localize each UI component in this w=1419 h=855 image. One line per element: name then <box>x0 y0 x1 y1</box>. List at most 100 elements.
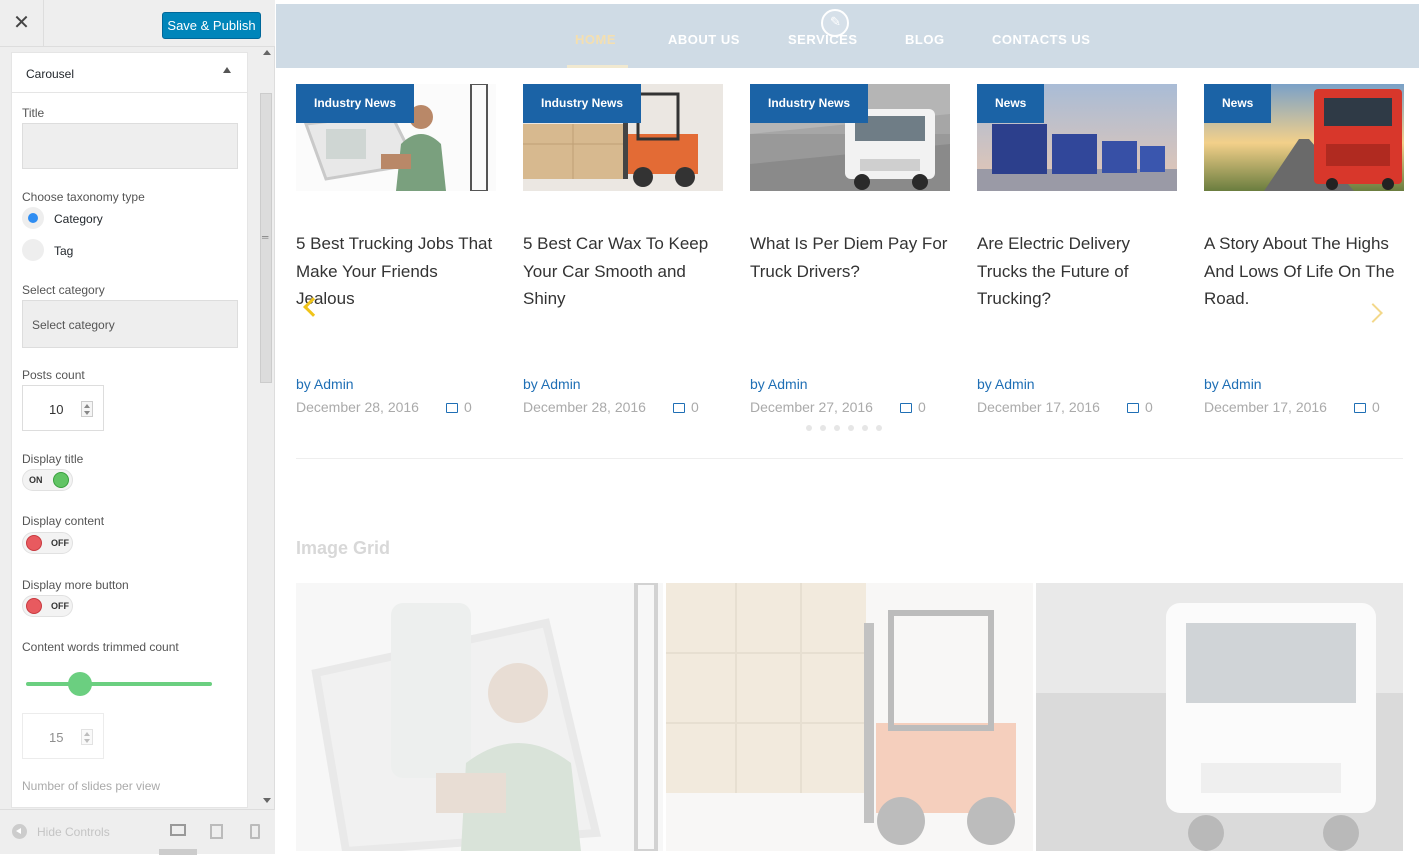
post-category-badge[interactable]: Industry News <box>296 84 415 123</box>
active-device-indicator <box>159 849 197 855</box>
post-image[interactable]: News <box>977 84 1177 191</box>
post-image[interactable]: Industry News <box>523 84 723 191</box>
posts-count-label: Posts count <box>22 368 85 382</box>
site-preview: HOME ABOUT US SERVICES BLOG CONTACTS US … <box>276 0 1419 854</box>
image-grid-title: Image Grid <box>296 538 391 558</box>
carousel-dot[interactable] <box>876 425 882 431</box>
mobile-icon[interactable] <box>250 824 260 839</box>
trim-count-stepper[interactable]: 15 <box>22 713 104 759</box>
close-icon[interactable]: ✕ <box>0 0 44 47</box>
post-author[interactable]: by Admin <box>750 376 808 392</box>
comment-count: 0 <box>464 399 472 415</box>
carousel-dot[interactable] <box>862 425 868 431</box>
comment-count: 0 <box>918 399 926 415</box>
nav-contacts[interactable]: CONTACTS US <box>992 32 1090 47</box>
toggle-state: ON <box>29 475 43 485</box>
collapse-sidebar-icon[interactable] <box>12 824 27 839</box>
post-title[interactable]: 5 Best Car Wax To Keep Your Car Smooth a… <box>523 230 723 313</box>
radio-category-label: Category <box>54 212 103 226</box>
save-publish-button[interactable]: Save & Publish <box>162 12 261 39</box>
carousel-dot[interactable] <box>806 425 812 431</box>
display-more-label: Display more button <box>22 578 129 592</box>
nav-about[interactable]: ABOUT US <box>668 32 740 47</box>
panel-title: Carousel <box>26 67 75 81</box>
trim-count-label: Content words trimmed count <box>22 640 179 654</box>
post-image[interactable]: Industry News <box>750 84 950 191</box>
display-title-label: Display title <box>22 452 84 466</box>
carousel-dot[interactable] <box>834 425 840 431</box>
nav-home[interactable]: HOME <box>575 32 616 47</box>
radio-tag[interactable] <box>22 239 44 261</box>
grid-image[interactable] <box>1036 583 1403 851</box>
slides-per-view-label: Number of slides per view <box>22 779 161 793</box>
post-category-badge[interactable]: Industry News <box>523 84 642 123</box>
display-content-label: Display content <box>22 514 105 528</box>
post-image[interactable]: Industry News <box>296 84 496 191</box>
post-author[interactable]: by Admin <box>296 376 354 392</box>
spinner-icon[interactable] <box>81 401 93 417</box>
post-date: December 27, 2016 <box>750 399 873 415</box>
display-content-toggle[interactable]: OFF <box>22 532 73 554</box>
scroll-down-icon[interactable] <box>263 798 271 803</box>
customizer-footer: Hide Controls <box>0 809 275 855</box>
trim-slider-track[interactable] <box>26 682 212 686</box>
toggle-state: OFF <box>51 601 69 611</box>
toggle-state: OFF <box>51 538 69 548</box>
post-date: December 17, 2016 <box>1204 399 1327 415</box>
post-title[interactable]: 5 Best Trucking Jobs That Make Your Frie… <box>296 230 496 313</box>
panel-header[interactable]: Carousel <box>12 53 247 93</box>
resize-grip-icon[interactable]: ═ <box>262 233 268 242</box>
edit-shortcut-icon[interactable] <box>821 9 849 37</box>
posts-count-stepper[interactable]: 10 <box>22 385 104 431</box>
radio-tag-label: Tag <box>54 244 74 258</box>
comment-count: 0 <box>1372 399 1380 415</box>
post-author[interactable]: by Admin <box>1204 376 1262 392</box>
nav-blog[interactable]: BLOG <box>905 32 945 47</box>
carousel-panel: Carousel Title Choose taxonomy type Cate… <box>11 52 248 808</box>
customizer-sidebar: ✕ Save & Publish Carousel Title Choose t… <box>0 0 275 855</box>
grid-image[interactable] <box>296 583 663 851</box>
grid-image[interactable] <box>666 583 1033 851</box>
display-title-toggle[interactable]: ON <box>22 469 73 491</box>
post-date: December 17, 2016 <box>977 399 1100 415</box>
tablet-icon[interactable] <box>210 824 223 839</box>
title-label: Title <box>22 106 45 120</box>
post-category-badge[interactable]: Industry News <box>750 84 869 123</box>
post-author[interactable]: by Admin <box>523 376 581 392</box>
post-title[interactable]: A Story About The Highs And Lows Of Life… <box>1204 230 1404 313</box>
spinner-icon[interactable] <box>81 729 93 745</box>
image-grid <box>296 583 1403 851</box>
title-input[interactable] <box>22 123 238 169</box>
post-title[interactable]: What Is Per Diem Pay For Truck Drivers? <box>750 230 950 285</box>
toggle-knob <box>53 472 69 488</box>
carousel-pagination <box>806 418 890 436</box>
carousel-dot[interactable] <box>848 425 854 431</box>
toggle-knob <box>26 535 42 551</box>
post-date: December 28, 2016 <box>523 399 646 415</box>
hide-controls-button[interactable]: Hide Controls <box>37 825 110 839</box>
post-category-badge[interactable]: News <box>1204 84 1272 123</box>
select-category-label: Select category <box>22 283 105 297</box>
comment-icon <box>900 403 912 413</box>
radio-category[interactable] <box>22 207 44 229</box>
post-title[interactable]: Are Electric Delivery Trucks the Future … <box>977 230 1177 313</box>
nav-services[interactable]: SERVICES <box>788 32 858 47</box>
taxonomy-label: Choose taxonomy type <box>22 190 145 204</box>
comment-icon <box>1354 403 1366 413</box>
section-divider <box>296 458 1403 459</box>
desktop-icon[interactable] <box>170 824 186 836</box>
comment-icon <box>1127 403 1139 413</box>
collapse-arrow-icon[interactable] <box>223 67 231 73</box>
scroll-up-icon[interactable] <box>263 50 271 55</box>
posts-count-value: 10 <box>49 402 64 417</box>
carousel-dot[interactable] <box>820 425 826 431</box>
comment-count: 0 <box>1145 399 1153 415</box>
post-image[interactable]: News <box>1204 84 1404 191</box>
display-more-toggle[interactable]: OFF <box>22 595 73 617</box>
post-category-badge[interactable]: News <box>977 84 1045 123</box>
toggle-knob <box>26 598 42 614</box>
trim-slider-handle[interactable] <box>68 672 92 696</box>
trim-count-value: 15 <box>49 730 64 745</box>
category-select[interactable]: Select category <box>22 300 238 348</box>
post-author[interactable]: by Admin <box>977 376 1035 392</box>
